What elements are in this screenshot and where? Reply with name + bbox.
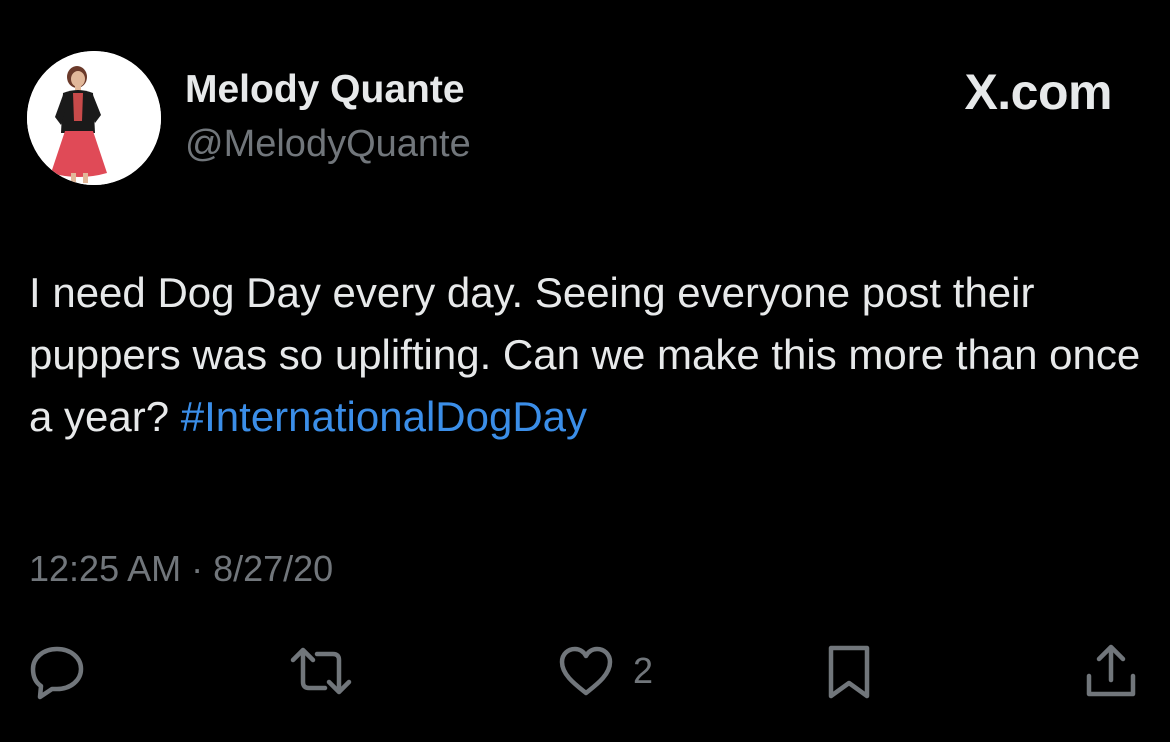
hashtag-link[interactable]: #InternationalDogDay: [181, 393, 587, 440]
share-button[interactable]: [1080, 636, 1142, 706]
bookmark-icon: [828, 645, 870, 699]
like-button[interactable]: 2: [555, 636, 653, 706]
heart-icon: [559, 646, 613, 696]
tweet-text: I need Dog Day every day. Seeing everyon…: [29, 262, 1149, 448]
retweet-button[interactable]: [285, 636, 357, 706]
tweet-card: Melody Quante @MelodyQuante X.com I need…: [0, 0, 1170, 742]
avatar[interactable]: [27, 51, 161, 185]
retweet-arrows-icon: [290, 647, 352, 695]
share-upload-icon: [1086, 644, 1136, 697]
avatar-image: [27, 51, 161, 185]
display-name[interactable]: Melody Quante: [185, 68, 465, 112]
tweet-timestamp[interactable]: 12:25 AM · 8/27/20: [29, 548, 333, 590]
user-handle[interactable]: @MelodyQuante: [185, 123, 471, 166]
speech-bubble-icon: [30, 646, 84, 700]
brand-label: X.com: [964, 64, 1112, 120]
bookmark-button[interactable]: [818, 636, 880, 706]
action-bar: 2: [0, 636, 1170, 706]
like-count: 2: [633, 650, 654, 691]
reply-button[interactable]: [26, 636, 88, 706]
